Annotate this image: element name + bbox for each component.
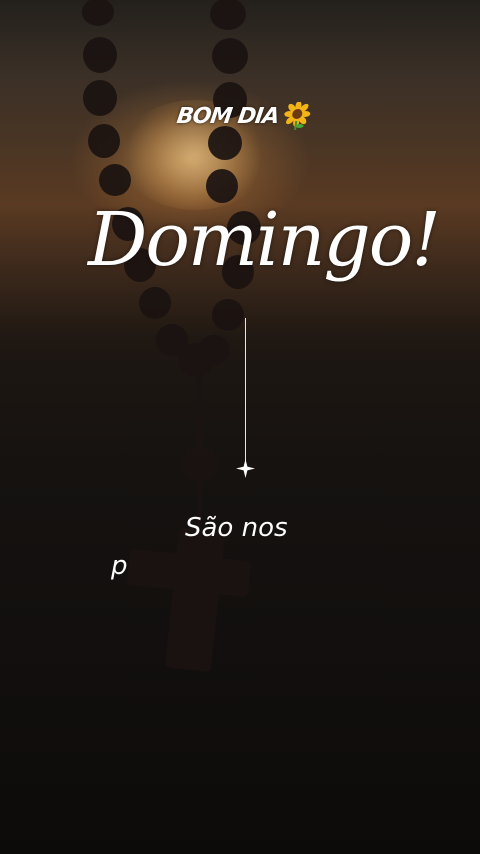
caption-line-2: p bbox=[111, 551, 128, 581]
sunflower-icon bbox=[283, 102, 310, 130]
background-photo: Bom dia Domingo! São no bbox=[0, 0, 480, 854]
divider-line bbox=[245, 318, 246, 462]
sparkle-icon bbox=[236, 459, 255, 478]
greeting-title: Bom dia bbox=[174, 96, 313, 136]
headline: Domingo! bbox=[88, 197, 441, 283]
greeting-text: Bom dia bbox=[175, 103, 281, 129]
caption-line-1: São nos bbox=[185, 513, 288, 543]
